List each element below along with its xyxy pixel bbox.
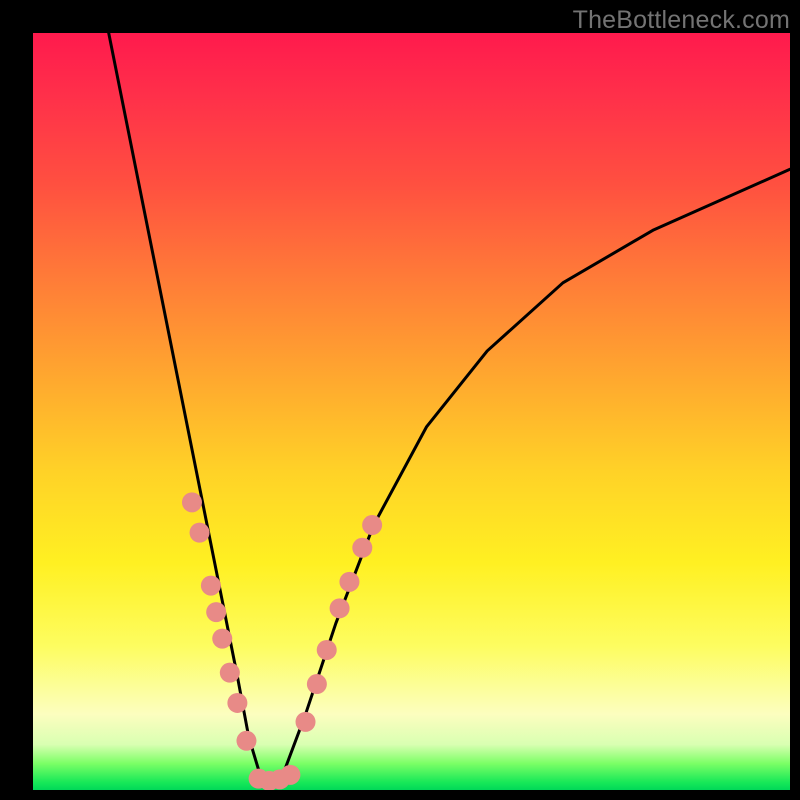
data-marker	[249, 769, 269, 789]
data-marker	[259, 771, 279, 790]
data-marker	[339, 572, 359, 592]
data-marker	[307, 674, 327, 694]
data-marker	[227, 693, 247, 713]
chart-svg	[33, 33, 790, 790]
data-marker	[212, 629, 232, 649]
data-marker	[296, 712, 316, 732]
data-marker	[201, 576, 221, 596]
marker-layer	[182, 492, 382, 790]
plot-area	[33, 33, 790, 790]
data-marker	[270, 769, 290, 789]
data-marker	[317, 640, 337, 660]
data-marker	[280, 765, 300, 785]
watermark-text: TheBottleneck.com	[573, 6, 790, 35]
data-marker	[362, 515, 382, 535]
data-marker	[236, 731, 256, 751]
data-marker	[330, 598, 350, 618]
data-marker	[206, 602, 226, 622]
data-marker	[182, 492, 202, 512]
bottleneck-curve	[109, 33, 790, 790]
data-marker	[220, 663, 240, 683]
chart-frame: TheBottleneck.com	[0, 0, 800, 800]
data-marker	[352, 538, 372, 558]
data-marker	[190, 523, 210, 543]
curve-layer	[109, 33, 790, 790]
